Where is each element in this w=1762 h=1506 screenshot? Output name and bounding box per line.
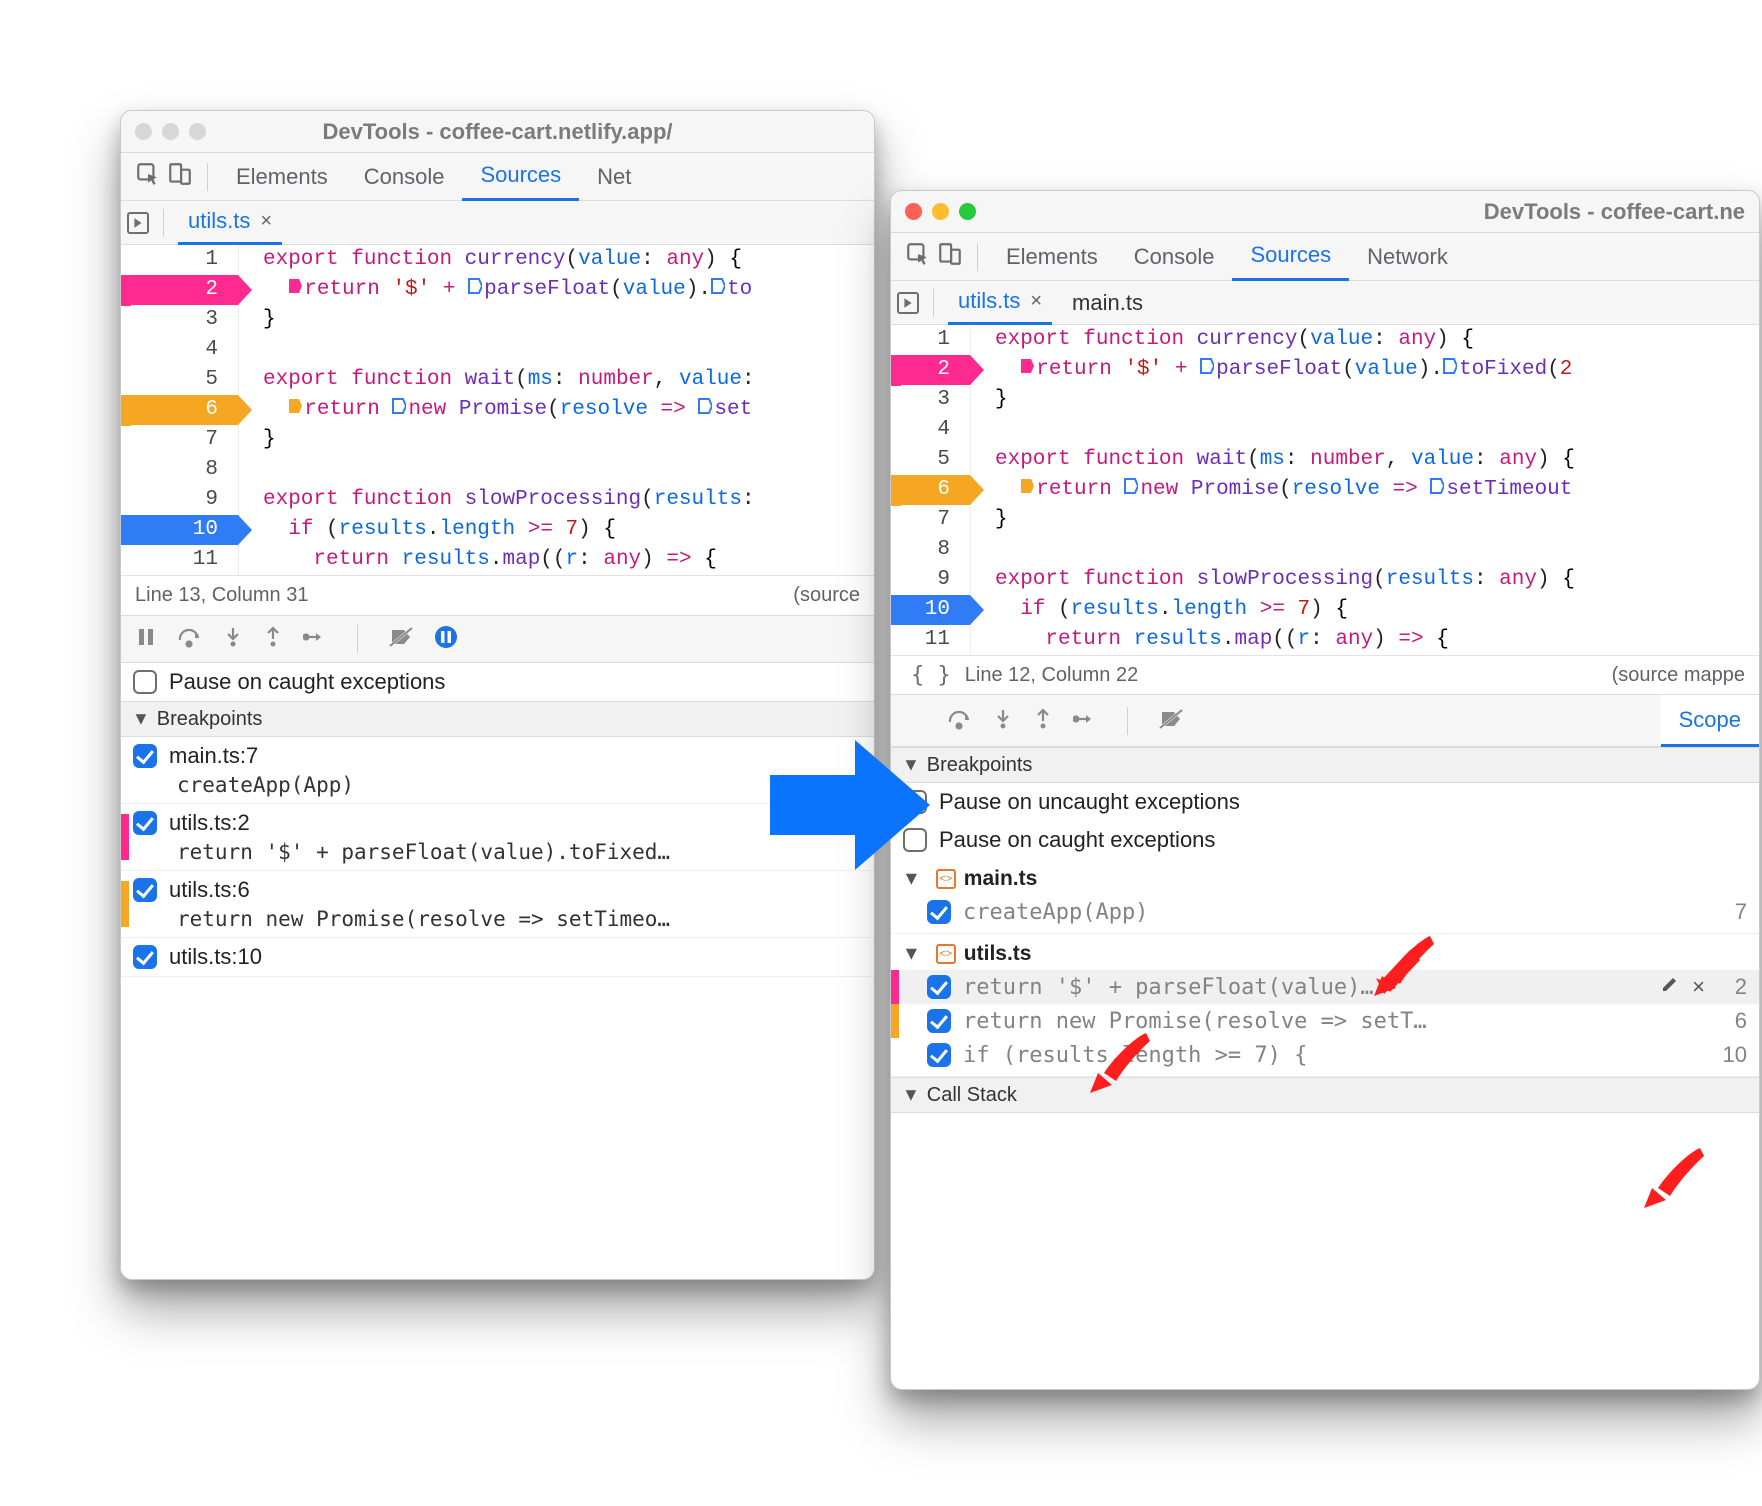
checkbox[interactable] (927, 1043, 951, 1067)
bp-group-utils[interactable]: ▼<>utils.ts return '$' + parseFloat(valu… (891, 934, 1759, 1077)
step-icon[interactable] (303, 626, 327, 653)
pause-uncaught-row[interactable]: Pause on uncaught exceptions (891, 783, 1759, 821)
checkbox[interactable] (133, 811, 157, 835)
step-icon[interactable] (1073, 708, 1097, 735)
deactivate-bp-icon[interactable] (388, 626, 414, 653)
device-icon[interactable] (937, 241, 963, 272)
checkbox[interactable] (927, 900, 951, 924)
devtools-tabs: Elements Console Sources Network (891, 233, 1759, 281)
tab-console[interactable]: Console (1116, 233, 1233, 281)
gutter-flag-orange (121, 396, 131, 426)
step-into-icon[interactable] (223, 626, 243, 653)
pause-caught-label: Pause on caught exceptions (169, 669, 445, 695)
tab-elements[interactable]: Elements (988, 233, 1116, 281)
debugger-toolbar: Scope (891, 695, 1759, 747)
checkbox[interactable] (133, 945, 157, 969)
editor-status: { }Line 12, Column 22(source mappe (891, 655, 1759, 695)
inspect-icon[interactable] (905, 241, 931, 272)
step-over-icon[interactable] (947, 708, 973, 735)
debugger-toolbar (121, 615, 874, 663)
file-tab-main[interactable]: main.ts (1062, 281, 1153, 325)
close-icon[interactable]: × (260, 210, 272, 233)
scope-tab[interactable]: Scope (1661, 695, 1759, 747)
step-into-icon[interactable] (993, 708, 1013, 735)
pause-caught-row[interactable]: Pause on caught exceptions (891, 821, 1759, 859)
gutter-flag-pink (121, 276, 131, 306)
file-tab-utils[interactable]: utils.ts × (178, 201, 282, 245)
pause-exceptions-icon[interactable] (434, 625, 458, 654)
pause-caught-row[interactable]: Pause on caught exceptions (121, 663, 874, 701)
device-icon[interactable] (167, 161, 193, 192)
checkbox[interactable] (133, 670, 157, 694)
inspect-icon[interactable] (135, 161, 161, 192)
pretty-print-icon[interactable]: { } (905, 663, 957, 688)
checkbox[interactable] (133, 744, 157, 768)
tab-console[interactable]: Console (346, 153, 463, 201)
step-out-icon[interactable] (1033, 708, 1053, 735)
editor-status: Line 13, Column 31(source (121, 575, 874, 615)
bp-group-main[interactable]: ▼<>main.ts createApp(App) 7 (891, 859, 1759, 934)
file-tabs: utils.ts × (121, 201, 874, 245)
code-editor[interactable]: 1export function currency(value: any) { … (121, 245, 874, 575)
navigator-icon[interactable] (897, 292, 919, 314)
tab-elements[interactable]: Elements (218, 153, 346, 201)
close-icon[interactable]: × (1030, 290, 1042, 313)
pause-uncaught-label: Pause on uncaught exceptions (939, 789, 1240, 815)
file-tab-utils[interactable]: utils.ts × (948, 281, 1052, 325)
tab-network[interactable]: Net (579, 153, 649, 201)
tab-sources[interactable]: Sources (1232, 233, 1349, 281)
devtools-tabs: Elements Console Sources Net (121, 153, 874, 201)
traffic-lights-dim (135, 123, 206, 140)
deactivate-bp-icon[interactable] (1158, 708, 1184, 735)
callout-arrow-icon (1086, 1025, 1158, 1097)
pause-caught-label: Pause on caught exceptions (939, 827, 1215, 853)
tab-network[interactable]: Network (1349, 233, 1466, 281)
window-title: DevTools - coffee-cart.ne (1484, 199, 1745, 225)
remove-icon[interactable]: × (1692, 974, 1705, 1000)
gutter-flag-pink (891, 356, 901, 386)
callstack-header[interactable]: ▼Call Stack (891, 1077, 1759, 1113)
callout-arrow-icon (1640, 1140, 1712, 1212)
checkbox[interactable] (133, 878, 157, 902)
step-over-icon[interactable] (177, 626, 203, 653)
checkbox[interactable] (927, 1009, 951, 1033)
breakpoints-header[interactable]: ▼Breakpoints (891, 747, 1759, 783)
gutter-flag-orange (891, 476, 901, 506)
file-tabs: utils.ts × main.ts (891, 281, 1759, 325)
pause-icon[interactable] (135, 626, 157, 653)
window-title: DevTools - coffee-cart.netlify.app/ (121, 119, 874, 145)
checkbox[interactable] (927, 975, 951, 999)
callout-arrow-icon (1370, 928, 1442, 1000)
edit-icon[interactable] (1660, 974, 1680, 1000)
breakpoint-item[interactable]: utils.ts:10 (121, 938, 874, 977)
code-editor[interactable]: 1export function currency(value: any) { … (891, 325, 1759, 655)
ts-file-icon: <> (936, 944, 956, 964)
transition-arrow-icon (760, 725, 940, 885)
navigator-icon[interactable] (127, 212, 149, 234)
step-out-icon[interactable] (263, 626, 283, 653)
tab-sources[interactable]: Sources (462, 153, 579, 201)
traffic-lights[interactable] (905, 203, 976, 220)
